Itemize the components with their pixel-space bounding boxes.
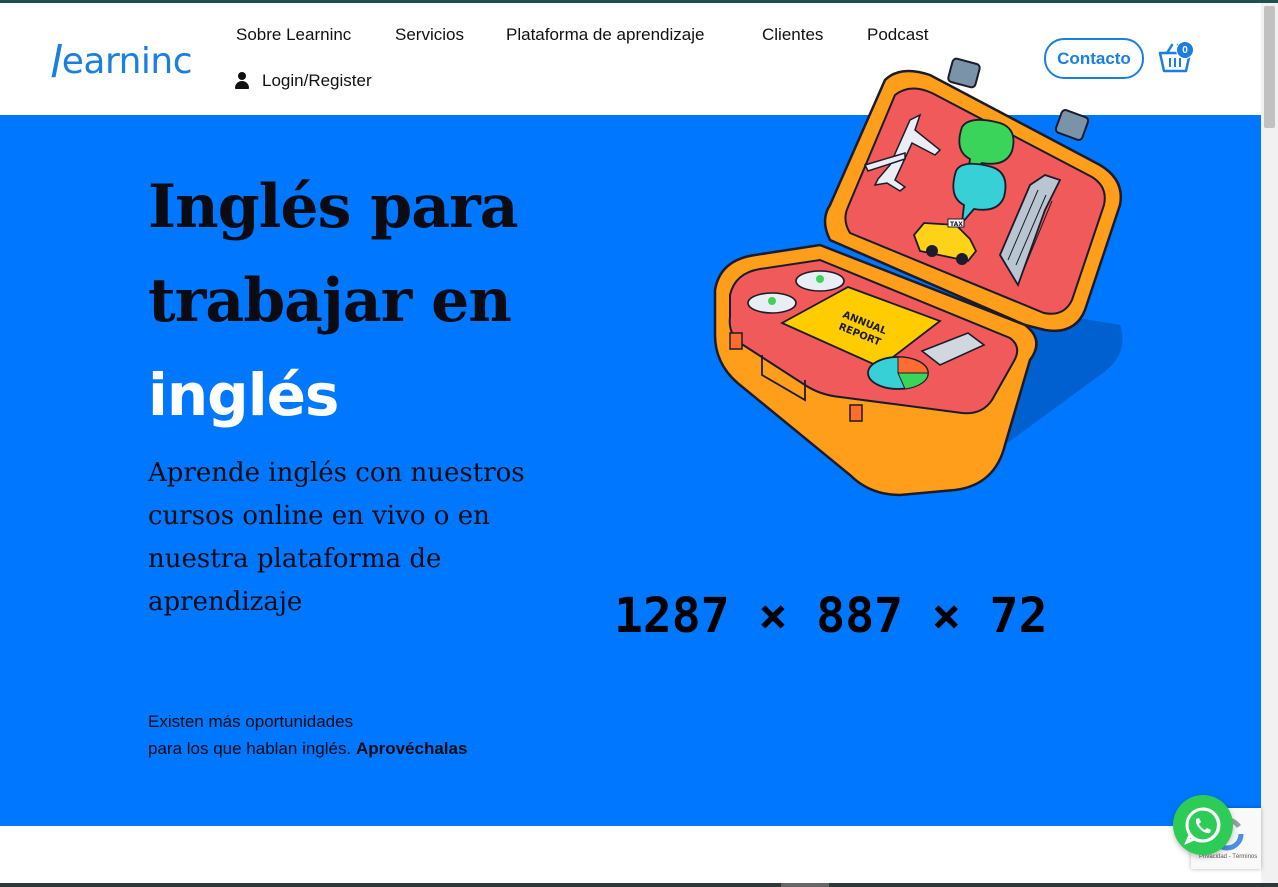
logo-initial: l [50,37,62,88]
whatsapp-button[interactable] [1173,795,1233,855]
nav-item-podcast[interactable]: Podcast [867,25,928,45]
hero-title-line-1: Inglés para [148,172,519,242]
nav-item-sobre-learninc[interactable]: Sobre Learninc [236,25,351,45]
nav-item-plataforma[interactable]: Plataforma de aprendizaje [506,25,704,45]
login-register-link[interactable]: Login/Register [234,71,372,91]
hero-title: Inglés para trabajar en inglés [148,160,628,442]
taxi-label: TAXI [950,221,965,228]
scrollbar-track[interactable] [1261,3,1278,883]
nav-item-clientes[interactable]: Clientes [762,25,823,45]
hero-title-accent: inglés [148,361,339,429]
login-register-label: Login/Register [262,71,372,90]
hero-note-bold: Aprovéchalas [355,739,468,758]
hero-subtitle: Aprende inglés con nuestros cursos onlin… [148,458,525,617]
cart-count-badge: 0 [1176,41,1194,59]
user-icon [234,72,250,90]
hero-note: Existen más oportunidades para los que h… [148,708,568,762]
suitcase-illustration: TAXI ANNUAL REPORT [713,57,1123,497]
whatsapp-icon [1184,807,1221,845]
hero-title-line-2: trabajar en [148,266,512,336]
bottom-bar-knob [781,883,829,887]
image-dimensions-overlay: 1287 × 887 × 72 [614,588,1048,644]
learninc-logo[interactable]: learninc [50,33,193,88]
nav-item-servicios[interactable]: Servicios [395,25,464,45]
scrollbar-thumb[interactable] [1264,6,1275,128]
logo-text: earninc [61,41,193,82]
bottom-bar [0,883,1278,887]
hero-note-line-1: Existen más oportunidades [148,712,354,731]
hero-note-line-2: para los que hablan inglés. [148,739,352,758]
